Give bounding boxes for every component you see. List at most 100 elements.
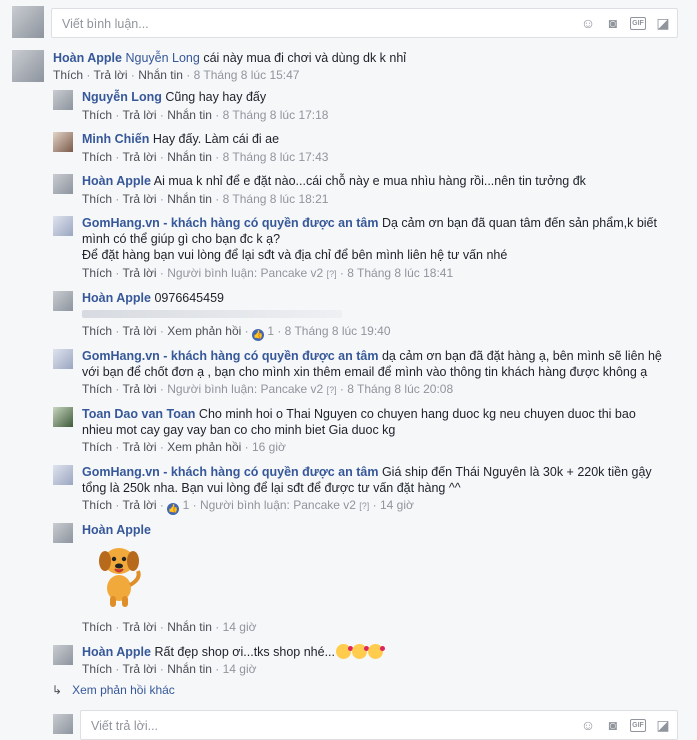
- timestamp[interactable]: 14 giờ: [223, 620, 257, 634]
- comment-author[interactable]: Hoàn Apple: [82, 174, 151, 188]
- like-link[interactable]: Thích: [82, 498, 112, 512]
- comment-body: Hoàn Apple Ai mua k nhỉ để e đặt nào...c…: [82, 173, 586, 189]
- avatar[interactable]: [53, 132, 73, 152]
- page-avatar[interactable]: [53, 349, 73, 369]
- comment-text: cái này mua đi chơi và dùng dk k nhỉ: [199, 51, 407, 65]
- comment-text: Hay đấy. Làm cái đi ae: [152, 132, 280, 146]
- see-reply-link[interactable]: Xem phản hồi: [167, 324, 241, 338]
- comment-author[interactable]: GomHang.vn - khách hàng có quyền được an…: [82, 465, 378, 479]
- timestamp[interactable]: 8 Tháng 8 lúc 19:40: [285, 324, 391, 338]
- avatar[interactable]: [53, 407, 73, 427]
- like-badge-icon[interactable]: 👍: [167, 503, 180, 515]
- timestamp[interactable]: 14 giờ: [223, 662, 257, 676]
- more-replies-link[interactable]: ↳ Xem phản hồi khác: [52, 683, 175, 697]
- smiley-icon[interactable]: ☺: [580, 717, 596, 733]
- comment-body: Hoàn Apple 0976645459: [82, 290, 224, 306]
- comment-text-line: tổng là 250k nha. Bạn vui lòng để lại sđ…: [82, 481, 461, 495]
- reply-link[interactable]: Trả lời: [122, 150, 156, 164]
- comment-author[interactable]: Minh Chiến: [82, 132, 149, 146]
- comment-author[interactable]: GomHang.vn - khách hàng có quyền được an…: [82, 216, 378, 230]
- avatar[interactable]: [53, 90, 73, 110]
- sticker-icon[interactable]: ◪: [655, 15, 671, 31]
- see-reply-link[interactable]: Xem phản hồi: [167, 440, 241, 454]
- message-link[interactable]: Nhắn tin: [167, 108, 212, 122]
- timestamp[interactable]: 8 Tháng 8 lúc 20:08: [347, 382, 453, 396]
- help-link[interactable]: [?]: [327, 269, 337, 279]
- like-link[interactable]: Thích: [82, 382, 112, 396]
- comment-author[interactable]: Nguyễn Long: [82, 90, 162, 104]
- reply-link[interactable]: Trả lời: [122, 440, 156, 454]
- avatar[interactable]: [53, 174, 73, 194]
- comment-text: Ai mua k nhỉ để e đặt nào...cái chỗ này …: [153, 174, 586, 188]
- timestamp[interactable]: 8 Tháng 8 lúc 17:43: [223, 150, 329, 164]
- reply-link[interactable]: Trả lời: [122, 266, 156, 280]
- like-link[interactable]: Thích: [82, 662, 112, 676]
- reply-link[interactable]: Trả lời: [122, 382, 156, 396]
- mention-link[interactable]: Nguyễn Long: [125, 51, 199, 65]
- comment-body: Nguyễn Long Cũng hay hay đấy: [82, 89, 266, 105]
- camera-icon[interactable]: ◙: [605, 717, 621, 733]
- gif-icon[interactable]: GIF: [630, 17, 646, 30]
- comment-author[interactable]: Hoàn Apple: [82, 645, 151, 659]
- comment-body: Minh Chiến Hay đấy. Làm cái đi ae: [82, 131, 279, 147]
- current-user-avatar[interactable]: [12, 6, 44, 38]
- comment-input[interactable]: [60, 16, 504, 32]
- reply-link[interactable]: Trả lời: [122, 498, 156, 512]
- reply-link[interactable]: Trả lời: [122, 324, 156, 338]
- timestamp[interactable]: 8 Tháng 8 lúc 17:18: [223, 108, 329, 122]
- like-link[interactable]: Thích: [82, 108, 112, 122]
- reply-link[interactable]: Trả lời: [122, 192, 156, 206]
- message-link[interactable]: Nhắn tin: [167, 662, 212, 676]
- timestamp[interactable]: 14 giờ: [380, 498, 414, 512]
- avatar[interactable]: [12, 50, 44, 82]
- comment-author[interactable]: Hoàn Apple: [82, 523, 151, 537]
- timestamp[interactable]: 8 Tháng 8 lúc 18:41: [347, 266, 453, 280]
- like-link[interactable]: Thích: [53, 68, 83, 82]
- help-link[interactable]: [?]: [359, 501, 369, 511]
- smiley-icon[interactable]: ☺: [580, 15, 596, 31]
- reply-comment-box[interactable]: ☺ ◙ GIF ◪: [80, 710, 678, 740]
- comment-author[interactable]: Hoàn Apple: [82, 291, 151, 305]
- reply-link[interactable]: Trả lời: [122, 620, 156, 634]
- reply-input[interactable]: [89, 718, 533, 734]
- comment-text: Rất đẹp shop ơi...tks shop nhé...: [154, 645, 335, 659]
- timestamp[interactable]: 16 giờ: [252, 440, 286, 454]
- avatar[interactable]: [53, 291, 73, 311]
- avatar[interactable]: [53, 523, 73, 543]
- current-user-avatar[interactable]: [53, 714, 73, 734]
- dog-sticker-icon[interactable]: [93, 541, 145, 609]
- comment-text: Cho minh hoi o Thai Nguyen co chuyen han…: [195, 407, 636, 421]
- reply-link[interactable]: Trả lời: [93, 68, 127, 82]
- comment-text-line: nhieu mot cay gay vay ban co cho minh bi…: [82, 423, 396, 437]
- camera-icon[interactable]: ◙: [605, 15, 621, 31]
- reply-link[interactable]: Trả lời: [122, 662, 156, 676]
- avatar[interactable]: [53, 645, 73, 665]
- message-link[interactable]: Nhắn tin: [167, 150, 212, 164]
- message-link[interactable]: Nhắn tin: [138, 68, 183, 82]
- like-link[interactable]: Thích: [82, 620, 112, 634]
- top-comment-box[interactable]: ☺ ◙ GIF ◪: [51, 8, 678, 38]
- like-link[interactable]: Thích: [82, 440, 112, 454]
- like-link[interactable]: Thích: [82, 324, 112, 338]
- sticker-icon[interactable]: ◪: [655, 717, 671, 733]
- like-link[interactable]: Thích: [82, 150, 112, 164]
- page-avatar[interactable]: [53, 465, 73, 485]
- timestamp[interactable]: 8 Tháng 8 lúc 18:21: [223, 192, 329, 206]
- comment-text-line: Để đặt hàng bạn vui lòng để lại sđt và đ…: [82, 248, 508, 262]
- comment-author[interactable]: Toan Dao van Toan: [82, 407, 195, 421]
- like-link[interactable]: Thích: [82, 266, 112, 280]
- comment-author[interactable]: GomHang.vn - khách hàng có quyền được an…: [82, 349, 378, 363]
- comment-author[interactable]: Hoàn Apple: [53, 51, 122, 65]
- message-link[interactable]: Nhắn tin: [167, 620, 212, 634]
- page-avatar[interactable]: [53, 216, 73, 236]
- like-count: 1: [182, 498, 190, 512]
- like-badge-icon[interactable]: 👍: [251, 329, 264, 341]
- reply-link[interactable]: Trả lời: [122, 108, 156, 122]
- comment-body: Toan Dao van Toan Cho minh hoi o Thai Ng…: [82, 406, 682, 438]
- redacted-address: [82, 310, 342, 318]
- like-link[interactable]: Thích: [82, 192, 112, 206]
- gif-icon[interactable]: GIF: [630, 719, 646, 732]
- message-link[interactable]: Nhắn tin: [167, 192, 212, 206]
- timestamp[interactable]: 8 Tháng 8 lúc 15:47: [194, 68, 300, 82]
- help-link[interactable]: [?]: [327, 385, 337, 395]
